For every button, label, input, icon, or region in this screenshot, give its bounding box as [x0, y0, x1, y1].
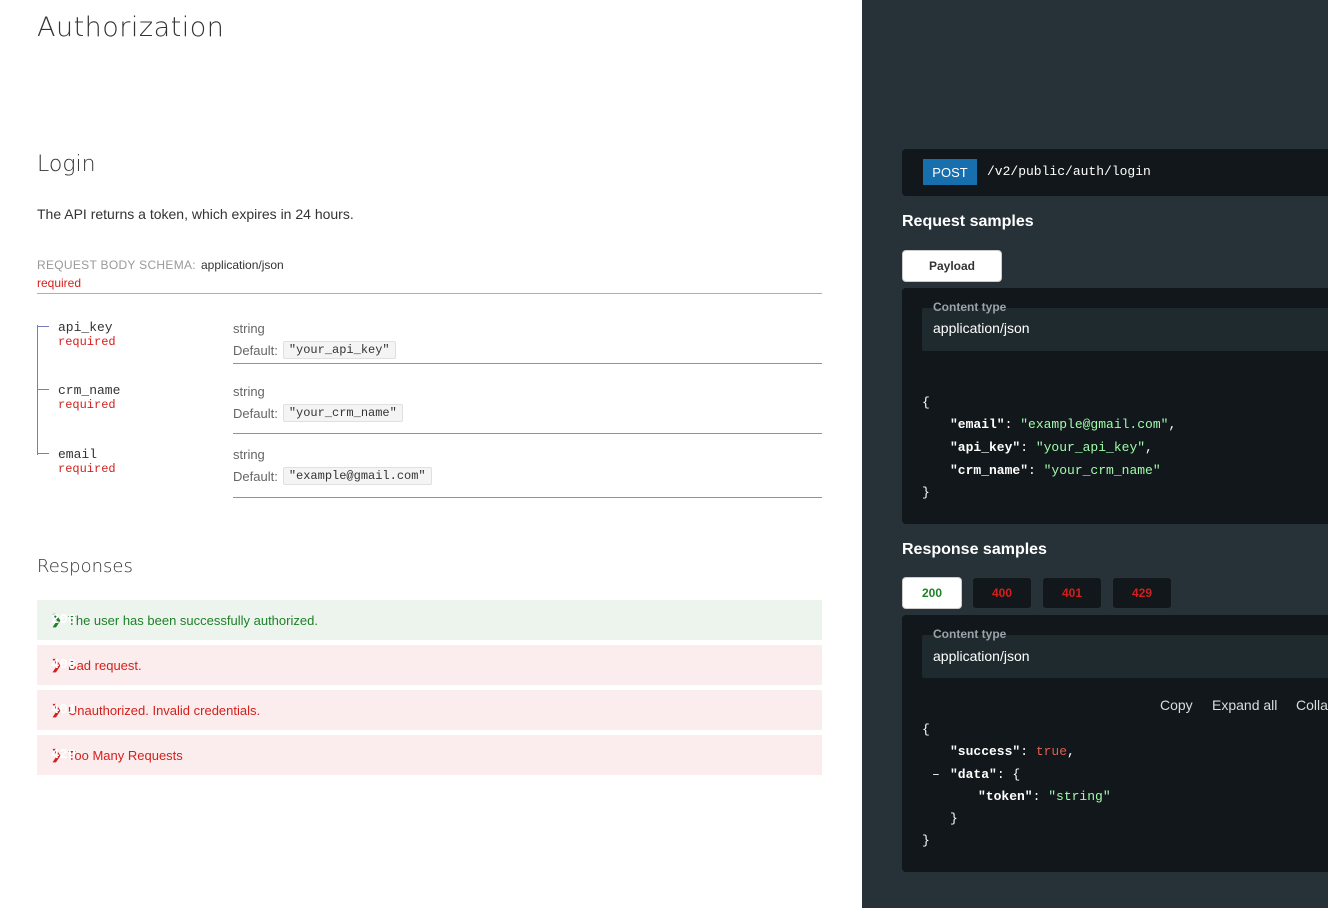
response-code: 200: [51, 612, 77, 628]
response-code: 400: [51, 657, 77, 673]
content-type-label: Content type: [933, 300, 1007, 314]
tab-response-401[interactable]: 401: [1042, 577, 1102, 609]
response-description: Too Many Requests: [67, 747, 183, 763]
content-type-value: application/json: [933, 320, 1030, 336]
json-key: "crm_name": [950, 463, 1029, 478]
param-type: string: [233, 321, 265, 336]
response-401-toggle[interactable]: ❯ 401 Unauthorized. Invalid credentials.: [37, 690, 822, 730]
tree-branch: [37, 389, 49, 390]
param-type: string: [233, 384, 265, 399]
tab-response-400[interactable]: 400: [972, 577, 1032, 609]
default-label: Default:: [233, 405, 278, 421]
response-samples-title: Response samples: [902, 541, 1047, 558]
json-string: "your_api_key": [1035, 440, 1146, 455]
divider: [37, 293, 822, 294]
request-samples-title: Request samples: [902, 213, 1034, 230]
section-title: Authorization: [37, 12, 225, 43]
param-required: required: [58, 462, 116, 476]
response-200-toggle[interactable]: ❯ 200 The user has been successfully aut…: [37, 600, 822, 640]
docs-main-panel: Authorization Login The API returns a to…: [0, 0, 862, 908]
tab-payload[interactable]: Payload: [902, 250, 1002, 282]
tab-response-200[interactable]: 200: [902, 577, 962, 609]
default-value: "your_crm_name": [282, 404, 403, 422]
json-open-brace: {: [922, 395, 930, 410]
json-string: "example@gmail.com": [1020, 417, 1169, 432]
json-line-success: "success": true,: [950, 744, 1075, 759]
param-default: Default: "your_crm_name": [233, 404, 403, 422]
default-value: "example@gmail.com": [282, 467, 432, 485]
json-line-email: "email": "example@gmail.com",: [950, 417, 1177, 432]
param-email: email required string Default: "example@…: [37, 447, 822, 511]
response-description: Unauthorized. Invalid credentials.: [67, 702, 261, 718]
param-crm-name: crm_name required string Default: "your_…: [37, 383, 822, 447]
default-label: Default:: [233, 468, 278, 484]
json-close-brace: }: [922, 485, 930, 500]
copy-button[interactable]: Copy: [1160, 697, 1193, 713]
response-description: Bad request.: [67, 657, 142, 673]
expand-all-button[interactable]: Expand all: [1212, 697, 1277, 713]
json-key: "data": [950, 767, 997, 782]
json-line-crm-name: "crm_name": "your_crm_name": [950, 463, 1161, 478]
collapse-all-button[interactable]: Colla: [1296, 697, 1328, 713]
default-label: Default:: [233, 342, 278, 358]
request-body-required: required: [37, 276, 82, 290]
divider: [233, 363, 822, 364]
response-400-toggle[interactable]: ❯ 400 Bad request.: [37, 645, 822, 685]
json-collapse-toggle[interactable]: –: [932, 767, 940, 782]
responses-title: Responses: [37, 556, 133, 577]
http-method-badge: POST: [923, 159, 977, 185]
default-value: "your_api_key": [282, 341, 396, 359]
json-string: "your_crm_name": [1043, 463, 1161, 478]
divider: [233, 433, 822, 434]
response-sample-box: Content type application/json Copy Expan…: [902, 615, 1328, 872]
param-name: crm_name: [58, 383, 121, 398]
json-close-brace: }: [950, 811, 958, 826]
json-line-data: "data": {: [950, 767, 1021, 782]
request-body-schema-label: REQUEST BODY SCHEMA:: [37, 258, 196, 272]
json-open-brace: {: [922, 722, 930, 737]
operation-title: Login: [37, 152, 96, 177]
json-key: "success": [950, 744, 1021, 759]
json-string: "string": [1048, 789, 1111, 804]
request-sample-box: Content type application/json { "email":…: [902, 288, 1328, 524]
operation-description: The API returns a token, which expires i…: [37, 206, 354, 222]
tab-response-429[interactable]: 429: [1112, 577, 1172, 609]
json-key: "api_key": [950, 440, 1021, 455]
json-open-brace: {: [1012, 767, 1021, 782]
request-body-schema-value: application/json: [201, 258, 284, 272]
tree-branch: [37, 326, 49, 327]
json-line-api-key: "api_key": "your_api_key",: [950, 440, 1153, 455]
response-description: The user has been successfully authorize…: [67, 612, 318, 628]
json-key: "token": [978, 789, 1033, 804]
param-required: required: [58, 398, 116, 412]
json-boolean: true: [1035, 744, 1068, 759]
param-name: api_key: [58, 320, 113, 335]
response-code: 429: [51, 747, 77, 763]
json-key: "email": [950, 417, 1005, 432]
param-default: Default: "example@gmail.com": [233, 467, 432, 485]
content-type-value: application/json: [933, 648, 1030, 664]
divider: [233, 497, 822, 498]
response-code: 401: [51, 702, 77, 718]
param-name: email: [58, 447, 98, 462]
json-close-brace: }: [922, 833, 930, 848]
samples-panel: POST /v2/public/auth/login Request sampl…: [862, 0, 1328, 908]
param-required: required: [58, 335, 116, 349]
response-429-toggle[interactable]: ❯ 429 Too Many Requests: [37, 735, 822, 775]
param-type: string: [233, 447, 265, 462]
tree-branch: [37, 453, 49, 454]
param-default: Default: "your_api_key": [233, 341, 396, 359]
json-line-token: "token": "string": [978, 789, 1111, 804]
content-type-label: Content type: [933, 627, 1007, 641]
endpoint-path: /v2/public/auth/login: [987, 164, 1151, 179]
param-api-key: api_key required string Default: "your_a…: [37, 320, 822, 384]
